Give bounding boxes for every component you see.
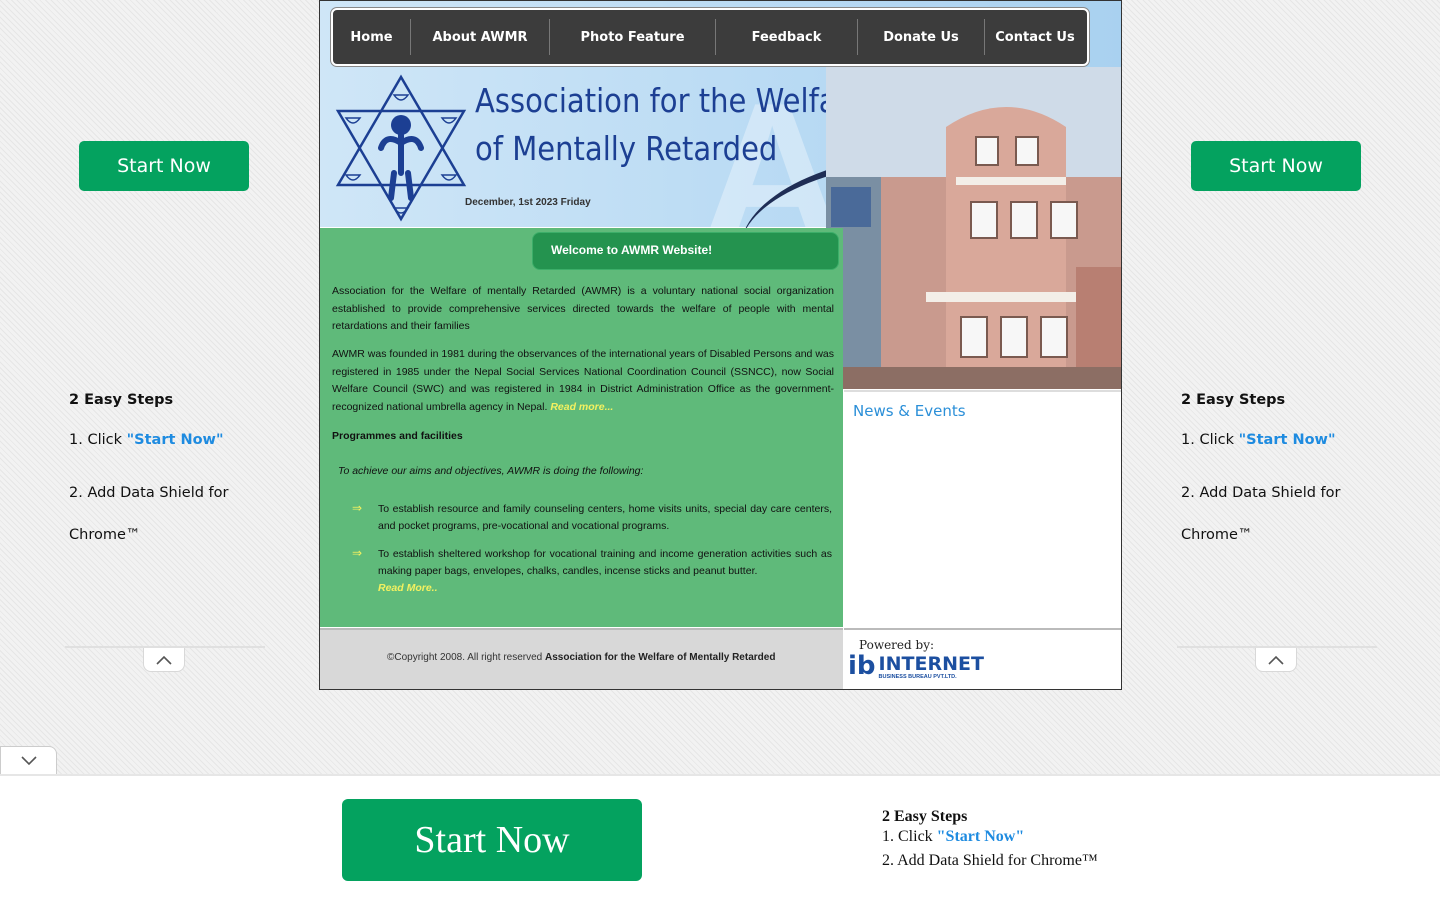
- arrow-right-icon: ⇒: [352, 501, 363, 515]
- powered-by-label: Powered by:: [859, 638, 935, 652]
- steps-title: 2 Easy Steps: [882, 808, 968, 825]
- step-2-line1: 2. Add Data Shield for: [69, 485, 229, 501]
- bullet-text: To establish resource and family counsel…: [378, 503, 832, 532]
- collapse-ad-button[interactable]: [143, 648, 185, 672]
- welcome-panel: Welcome to AWMR Website! Association for…: [320, 228, 843, 627]
- expand-banner-button[interactable]: [0, 746, 57, 774]
- right-ad-column: Start Now 2 Easy Steps 1. Click "Start N…: [1167, 0, 1407, 680]
- news-panel: News & Events: [844, 390, 1121, 628]
- list-item: ⇒ To establish sheltered workshop for vo…: [352, 546, 832, 597]
- step-1-prefix: 1. Click: [882, 828, 937, 845]
- history-paragraph: AWMR was founded in 1981 during the obse…: [332, 346, 834, 416]
- step-2-line2: Chrome™: [1181, 527, 1253, 543]
- step-2: 2. Add Data Shield for Chrome™: [882, 852, 1098, 869]
- step-2: 2. Add Data Shield for Chrome™: [69, 472, 239, 556]
- step-1-link[interactable]: "Start Now": [1239, 432, 1336, 448]
- copyright-org: Association for the Welfare of Mentally …: [545, 652, 776, 663]
- step-1: 1. Click "Start Now": [69, 430, 239, 450]
- bottom-ad-banner: Start Now 2 Easy Steps 1. Click "Start N…: [0, 774, 1440, 900]
- nav-donate[interactable]: Donate Us: [858, 19, 985, 55]
- aims-text: To achieve our aims and objectives, AWMR…: [338, 465, 644, 477]
- awmr-logo: [334, 73, 469, 228]
- step-2-line1: 2. Add Data Shield for: [1181, 485, 1341, 501]
- intro-paragraph: Association for the Welfare of mentally …: [332, 285, 834, 332]
- step-1: 1. Click "Start Now": [1181, 430, 1351, 450]
- chevron-up-icon: [1268, 655, 1284, 665]
- list-item: ⇒ To establish resource and family couns…: [352, 501, 832, 535]
- main-nav: Home About AWMR Photo Feature Feedback D…: [331, 8, 1089, 66]
- bullet-read-more-link[interactable]: Read More..: [378, 580, 832, 597]
- powered-by: Powered by: ib INTERNET BUSINESS BUREAU …: [844, 628, 1121, 689]
- awmr-site: AWMR Association for the Welfare of Ment…: [319, 0, 1122, 690]
- ib-name: INTERNET BUSINESS BUREAU PVT.LTD.: [879, 654, 984, 680]
- banner-steps: 2 Easy Steps 1. Click "Start Now" 2. Add…: [882, 806, 1098, 872]
- nav-home[interactable]: Home: [333, 19, 411, 55]
- ib-mark: ib: [848, 651, 876, 681]
- building-photo: [826, 67, 1121, 389]
- current-date: December, 1st 2023 Friday: [465, 197, 591, 208]
- site-footer: ©Copyright 2008. All right reserved Asso…: [320, 628, 843, 689]
- step-2-line2: Chrome™: [69, 527, 141, 543]
- ib-logo[interactable]: ib INTERNET BUSINESS BUREAU PVT.LTD.: [848, 652, 984, 680]
- chevron-up-icon: [156, 655, 172, 665]
- bullet-block: To establish sheltered workshop for voca…: [378, 546, 832, 597]
- start-now-button[interactable]: Start Now: [79, 141, 249, 191]
- copyright: ©Copyright 2008. All right reserved Asso…: [387, 652, 775, 663]
- org-title: Association for the Welfare of Mentally …: [475, 77, 866, 173]
- news-title: News & Events: [853, 402, 966, 420]
- step-1-prefix: 1. Click: [1181, 432, 1239, 448]
- arrow-right-icon: ⇒: [352, 546, 363, 560]
- left-ad-column: Start Now 2 Easy Steps 1. Click "Start N…: [55, 0, 295, 680]
- read-more-link[interactable]: Read more...: [550, 401, 613, 413]
- programmes-title: Programmes and facilities: [332, 430, 463, 442]
- chevron-down-icon: [20, 755, 37, 765]
- ad-steps: 2 Easy Steps 1. Click "Start Now" 2. Add…: [1181, 392, 1351, 556]
- nav-feedback[interactable]: Feedback: [716, 19, 858, 55]
- ib-name-main: INTERNET: [878, 653, 984, 675]
- collapse-ad-button[interactable]: [1255, 648, 1297, 672]
- welcome-heading: Welcome to AWMR Website!: [532, 232, 839, 270]
- ad-steps: 2 Easy Steps 1. Click "Start Now" 2. Add…: [69, 392, 239, 556]
- nav-photo-feature[interactable]: Photo Feature: [550, 19, 716, 55]
- start-now-button[interactable]: Start Now: [1191, 141, 1361, 191]
- step-1: 1. Click "Start Now": [882, 826, 1098, 848]
- step-1-prefix: 1. Click: [69, 432, 127, 448]
- org-title-line1: Association for the Welfare: [475, 81, 866, 120]
- copyright-prefix: ©Copyright 2008. All right reserved: [387, 652, 546, 663]
- bullet-text: To establish sheltered workshop for voca…: [378, 548, 832, 577]
- nav-contact[interactable]: Contact Us: [985, 19, 1085, 55]
- org-title-line2: of Mentally Retarded: [475, 129, 778, 168]
- steps-title: 2 Easy Steps: [1181, 392, 1286, 408]
- step-1-link[interactable]: "Start Now": [127, 432, 224, 448]
- step-1-link[interactable]: "Start Now": [937, 828, 1025, 845]
- start-now-button[interactable]: Start Now: [342, 799, 642, 881]
- nav-about[interactable]: About AWMR: [411, 19, 550, 55]
- steps-title: 2 Easy Steps: [69, 392, 174, 408]
- step-2: 2. Add Data Shield for Chrome™: [1181, 472, 1351, 556]
